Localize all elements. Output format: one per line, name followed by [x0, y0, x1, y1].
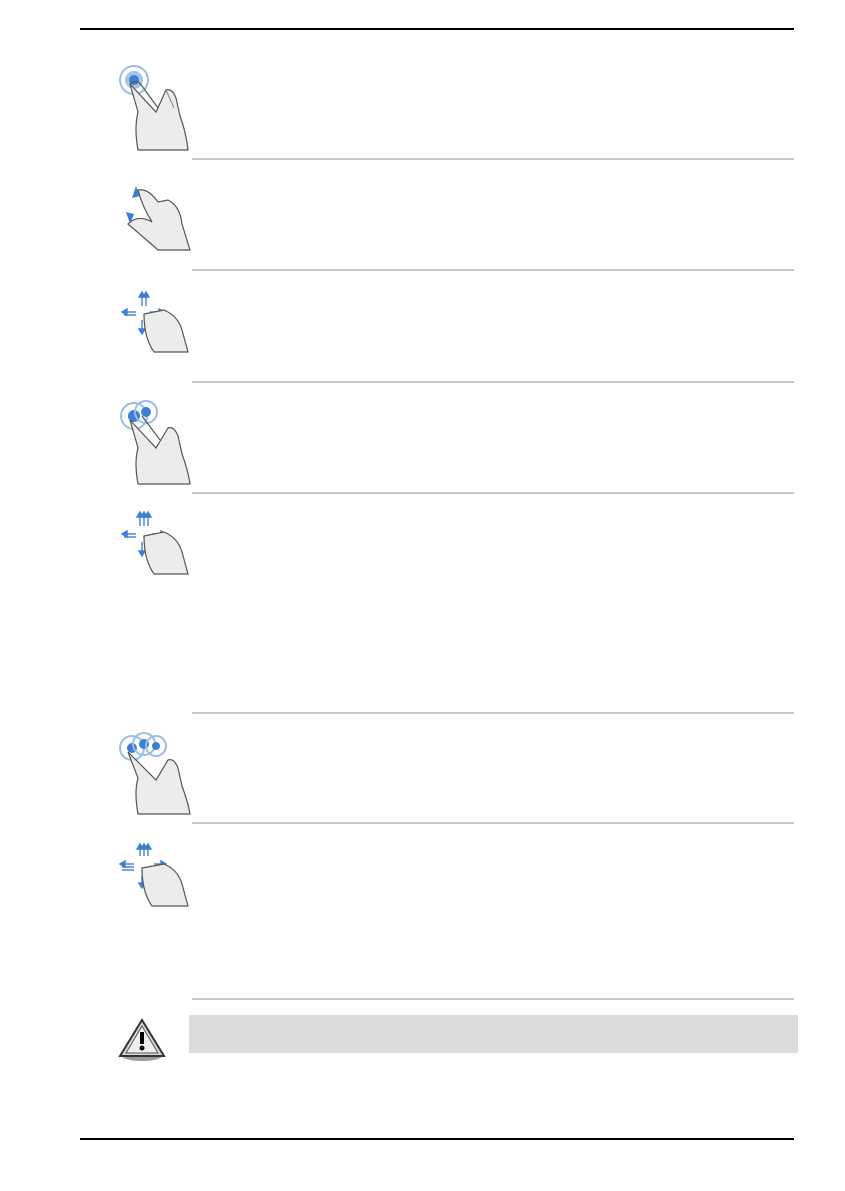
two-finger-tap-icon	[116, 398, 196, 488]
section-divider	[192, 269, 794, 271]
section-divider	[192, 822, 794, 824]
two-finger-scroll-icon	[120, 290, 192, 356]
section-divider	[192, 712, 794, 714]
caution-note	[189, 1015, 798, 1053]
one-finger-tap-icon	[116, 62, 196, 154]
three-finger-tap-icon	[116, 730, 196, 818]
section-divider	[192, 158, 794, 160]
section-divider	[192, 998, 794, 1000]
header-rule	[80, 28, 794, 30]
section-divider	[192, 381, 794, 383]
warning-icon	[118, 1018, 166, 1067]
section-divider	[192, 492, 794, 494]
four-finger-swipe-icon	[118, 842, 192, 910]
pinch-zoom-icon	[118, 184, 194, 254]
footer-rule	[80, 1138, 794, 1140]
three-finger-swipe-icon	[120, 510, 192, 578]
